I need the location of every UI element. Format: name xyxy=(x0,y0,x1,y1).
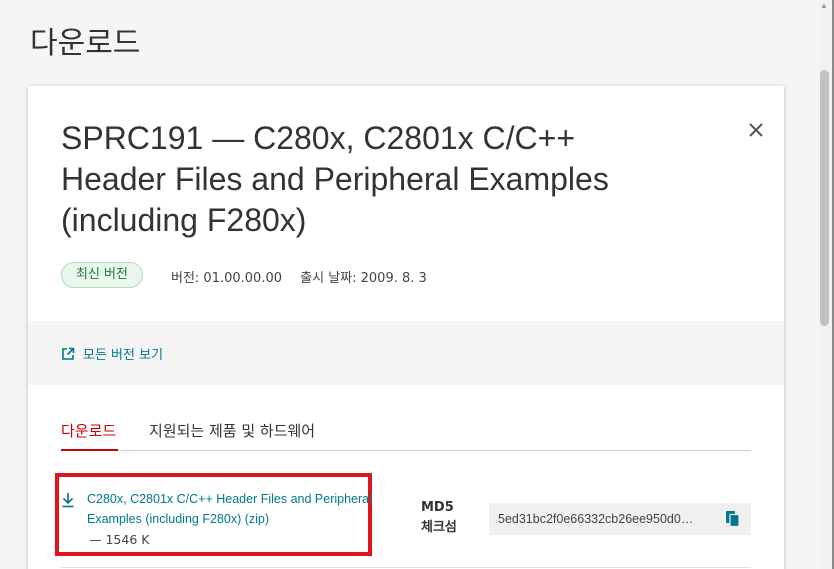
external-link-icon xyxy=(62,347,75,360)
close-button[interactable] xyxy=(744,118,768,142)
close-icon xyxy=(749,123,763,137)
md5-label: MD5 체크섬 xyxy=(421,500,457,535)
version-meta: 버전: 01.00.00.00 출시 날짜: 2009. 8. 3 xyxy=(171,267,427,286)
tab-download[interactable]: 다운로드 xyxy=(61,416,119,451)
copy-icon[interactable] xyxy=(725,510,743,528)
all-versions-label: 모든 버전 보기 xyxy=(83,348,164,363)
file-size: — 1546 K xyxy=(89,532,150,547)
scroll-up-arrow-icon[interactable]: ▲ xyxy=(820,2,828,10)
scrollbar[interactable]: ▲ xyxy=(820,0,832,569)
download-link-text: C280x, C2801x C/C++ Header Files and Per… xyxy=(87,492,372,526)
download-dialog: SPRC191 — C280x, C2801x C/C++ Header Fil… xyxy=(28,86,784,569)
tab-bar: 다운로드 지원되는 제품 및 하드웨어 xyxy=(61,416,751,451)
latest-version-badge: 최신 버전 xyxy=(61,262,143,288)
dialog-title: SPRC191 — C280x, C2801x C/C++ Header Fil… xyxy=(61,120,609,238)
release-date-text: 출시 날짜: 2009. 8. 3 xyxy=(300,271,427,286)
download-icon xyxy=(61,489,79,529)
all-versions-link[interactable]: 모든 버전 보기 xyxy=(61,344,163,363)
file-download-link[interactable]: C280x, C2801x C/C++ Header Files and Per… xyxy=(61,489,381,529)
md5-value: 5ed31bc2f0e66332cb26ee950d0… xyxy=(498,512,694,526)
tab-supported-products[interactable]: 지원되는 제품 및 하드웨어 xyxy=(149,416,315,451)
divider xyxy=(61,567,751,568)
scrollbar-thumb[interactable] xyxy=(820,70,829,326)
version-text: 버전: 01.00.00.00 xyxy=(171,271,282,286)
page-title: 다운로드 xyxy=(30,26,141,61)
md5-field: 5ed31bc2f0e66332cb26ee950d0… xyxy=(489,503,751,535)
